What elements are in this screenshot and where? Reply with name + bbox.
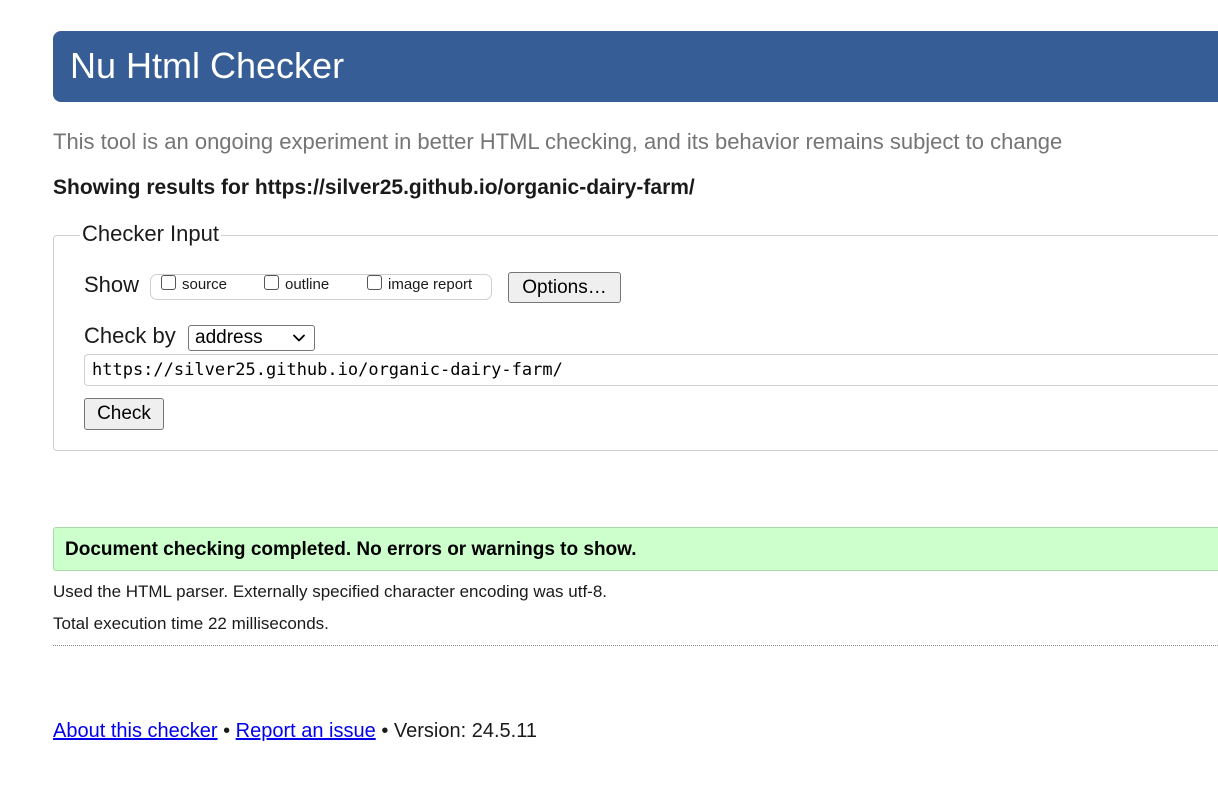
footer: About this checker • Report an issue • V… [53, 720, 537, 743]
execution-time: Total execution time 22 milliseconds. [53, 614, 329, 633]
url-input[interactable]: https://silver25.github.io/organic-dairy… [84, 354, 1218, 386]
divider [53, 645, 1218, 646]
page: Nu Html Checker This tool is an ongoing … [0, 0, 1218, 789]
tagline: This tool is an ongoing experiment in be… [53, 129, 1063, 154]
outline-checkbox[interactable] [264, 275, 279, 290]
page-title: Nu Html Checker [70, 45, 345, 86]
outline-checkbox-label: outline [285, 276, 330, 293]
check-by-selected-value: address [195, 327, 263, 348]
success-message-box: Document checking completed. No errors o… [53, 527, 1218, 571]
show-options-group: source outline image report [150, 274, 492, 300]
chevron-down-icon [293, 334, 305, 342]
report-issue-link[interactable]: Report an issue [236, 720, 376, 742]
footer-separator: • [223, 720, 231, 742]
check-by-label: Check by [84, 323, 176, 348]
footer-separator: • [381, 720, 389, 742]
checker-input-legend: Checker Input [80, 221, 221, 247]
source-checkbox-label: source [182, 276, 228, 293]
options-button[interactable]: Options… [508, 272, 621, 303]
image-report-checkbox-label: image report [388, 276, 473, 293]
about-checker-link[interactable]: About this checker [53, 720, 218, 742]
success-message: Document checking completed. No errors o… [65, 539, 637, 560]
header-banner: Nu Html Checker [53, 31, 1218, 102]
parser-info: Used the HTML parser. Externally specifi… [53, 582, 608, 601]
version-text: Version: 24.5.11 [393, 720, 537, 742]
show-image-report-option[interactable]: image report [367, 275, 473, 293]
image-report-checkbox[interactable] [367, 275, 382, 290]
show-source-option[interactable]: source [161, 275, 228, 293]
check-by-select[interactable]: address [188, 325, 315, 351]
check-button[interactable]: Check [84, 398, 164, 430]
source-checkbox[interactable] [161, 275, 176, 290]
results-heading: Showing results for https://silver25.git… [53, 176, 695, 199]
show-outline-option[interactable]: outline [264, 275, 330, 293]
show-label: Show [84, 272, 140, 297]
